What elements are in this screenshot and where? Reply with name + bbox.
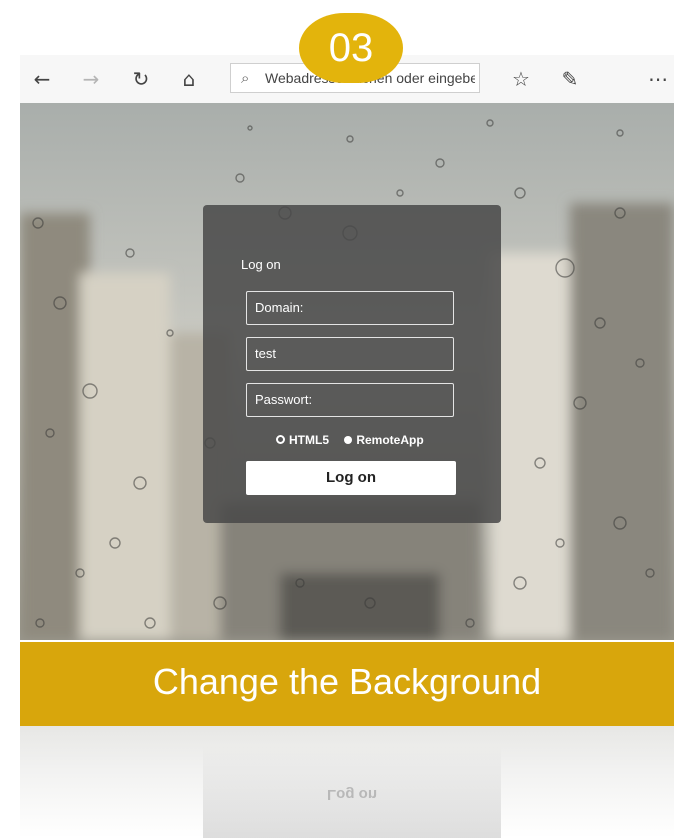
home-icon[interactable]: ⌂ (175, 65, 203, 93)
domain-field[interactable]: Domain: (246, 291, 454, 325)
html5-radio[interactable] (276, 435, 285, 445)
password-field[interactable]: Passwort: (246, 383, 454, 417)
reflected-logon-text: Log on (327, 786, 377, 803)
mode-radio-group: HTML5 RemoteApp (276, 432, 436, 447)
back-arrow-icon[interactable]: ← (28, 65, 56, 93)
login-title: Log on (241, 257, 281, 272)
username-field[interactable]: test (246, 337, 454, 371)
favorites-icon[interactable]: ☆ (507, 65, 535, 93)
reflected-panel: Log on (203, 746, 501, 838)
caption-banner: Change the Background (20, 642, 674, 726)
reflection: Log on (20, 726, 674, 838)
html5-label[interactable]: HTML5 (289, 433, 329, 447)
forward-arrow-icon[interactable]: → (77, 65, 105, 93)
browser-window: ← → ↻ ⌂ ⌕ Webadresse suchen oder eingebe… (20, 55, 674, 640)
remoteapp-radio[interactable] (344, 435, 353, 444)
login-panel: Log on Domain: test Passwort: HTML5 Remo… (203, 205, 501, 523)
more-icon[interactable]: ⋯ (644, 65, 672, 93)
logon-button[interactable]: Log on (246, 461, 456, 495)
background-scene: Log on Domain: test Passwort: HTML5 Remo… (20, 103, 674, 640)
step-badge: 03 (299, 13, 403, 83)
pen-icon[interactable]: ✎ (556, 65, 584, 93)
search-icon: ⌕ (241, 69, 250, 87)
remoteapp-label[interactable]: RemoteApp (356, 433, 423, 447)
refresh-icon[interactable]: ↻ (127, 65, 155, 93)
